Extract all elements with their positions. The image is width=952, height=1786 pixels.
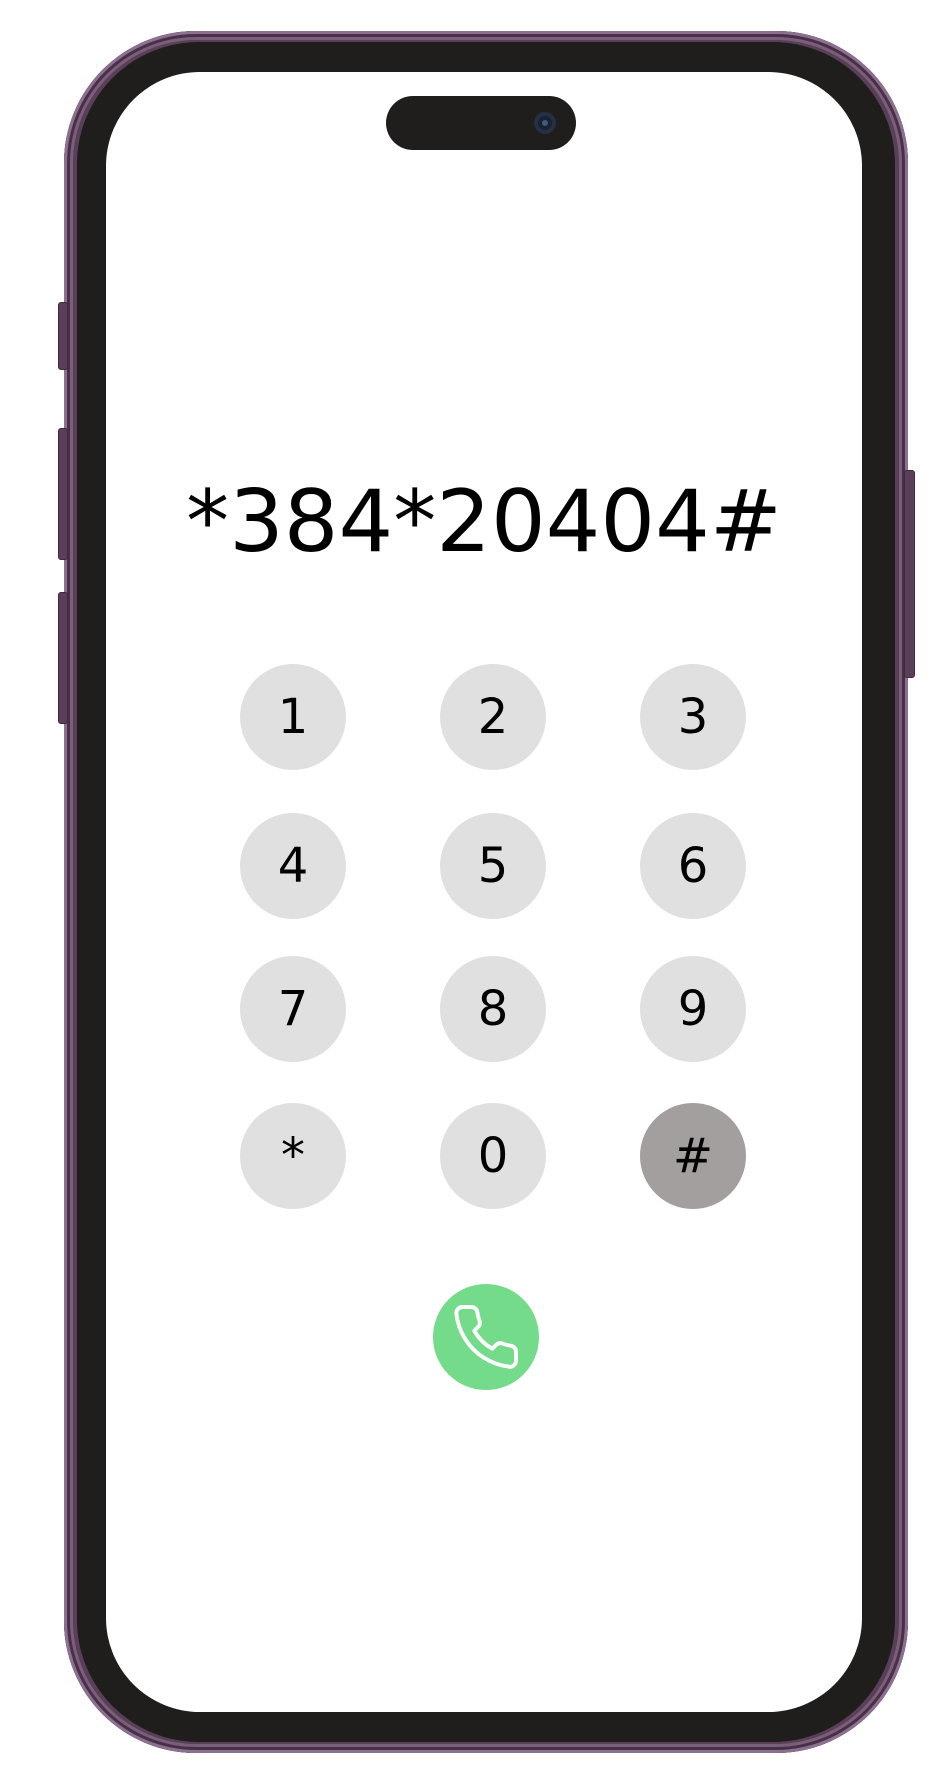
power-button	[904, 470, 915, 678]
volume-up-button	[58, 428, 68, 560]
key-6[interactable]: 6	[640, 813, 746, 919]
key-4[interactable]: 4	[240, 813, 346, 919]
key-label: 4	[277, 838, 309, 894]
key-3[interactable]: 3	[640, 664, 746, 770]
call-button[interactable]	[433, 1284, 539, 1390]
key-label: 8	[477, 981, 509, 1037]
key-star[interactable]: *	[240, 1103, 346, 1209]
key-0[interactable]: 0	[440, 1103, 546, 1209]
volume-down-button	[58, 592, 68, 724]
key-8[interactable]: 8	[440, 956, 546, 1062]
key-label: #	[672, 1128, 714, 1184]
key-label: 1	[277, 689, 309, 745]
key-2[interactable]: 2	[440, 664, 546, 770]
key-hash[interactable]: #	[640, 1103, 746, 1209]
key-label: 3	[677, 689, 709, 745]
key-label: 0	[477, 1128, 509, 1184]
key-label: *	[281, 1128, 305, 1184]
phone-icon	[454, 1305, 518, 1369]
key-label: 7	[277, 981, 309, 1037]
key-label: 5	[477, 838, 509, 894]
key-label: 9	[677, 981, 709, 1037]
key-1[interactable]: 1	[240, 664, 346, 770]
key-label: 6	[677, 838, 709, 894]
key-9[interactable]: 9	[640, 956, 746, 1062]
key-label: 2	[477, 689, 509, 745]
phone-screen: *384*20404# 1 2 3 4 5 6 7 8 9 * 0 #	[106, 72, 862, 1712]
key-5[interactable]: 5	[440, 813, 546, 919]
dial-keypad: 1 2 3 4 5 6 7 8 9 * 0 #	[106, 72, 862, 1712]
action-button	[58, 302, 68, 370]
key-7[interactable]: 7	[240, 956, 346, 1062]
